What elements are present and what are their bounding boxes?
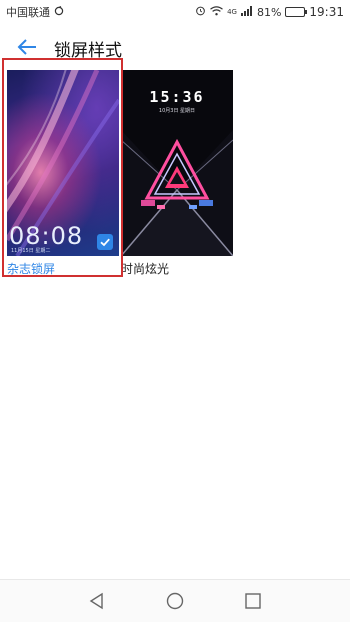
clock: 19:31 xyxy=(309,5,344,19)
style-card-neon[interactable]: 15:36 10月3日 星期日 时尚炫光 xyxy=(121,70,233,277)
preview-time: 08:08 xyxy=(9,222,84,250)
magazine-preview-image[interactable]: 08:08 11月15日 星期二 xyxy=(7,70,119,256)
style-label-neon: 时尚炫光 xyxy=(121,262,170,276)
wifi-icon xyxy=(210,5,223,19)
page-title: 锁屏样式 xyxy=(54,41,122,61)
nav-home-icon xyxy=(166,592,184,610)
navigation-bar xyxy=(0,579,350,622)
nav-recent-icon xyxy=(245,593,261,609)
nav-recent-button[interactable] xyxy=(243,591,263,611)
app-bar: 锁屏样式 xyxy=(0,30,350,64)
neon-preview-image[interactable]: 15:36 10月3日 星期日 xyxy=(121,70,233,256)
back-button[interactable] xyxy=(14,34,40,60)
nav-home-button[interactable] xyxy=(165,591,185,611)
alarm-icon xyxy=(195,5,206,19)
preview-date: 10月3日 星期日 xyxy=(158,108,196,114)
status-bar: 中国联通 4G 81% 19:31 xyxy=(0,0,350,24)
preview-date: 11月15日 星期二 xyxy=(11,248,51,254)
nav-back-icon xyxy=(89,592,103,610)
battery-percent: 81% xyxy=(256,5,282,19)
network-type-label: 4G xyxy=(227,8,237,16)
status-right: 4G 81% 19:31 xyxy=(195,5,344,19)
style-card-magazine[interactable]: 08:08 11月15日 星期二 杂志锁屏 xyxy=(7,70,119,277)
signal-icon xyxy=(240,5,253,19)
preview-time: 15:36 xyxy=(149,88,205,106)
sync-icon xyxy=(54,5,64,19)
back-arrow-icon xyxy=(17,39,36,55)
carrier-label: 中国联通 xyxy=(6,6,50,19)
status-left: 中国联通 xyxy=(6,4,64,20)
nav-back-button[interactable] xyxy=(87,591,107,611)
battery-icon xyxy=(285,7,308,17)
style-label-magazine: 杂志锁屏 xyxy=(7,262,56,276)
selected-check-icon xyxy=(97,234,113,250)
